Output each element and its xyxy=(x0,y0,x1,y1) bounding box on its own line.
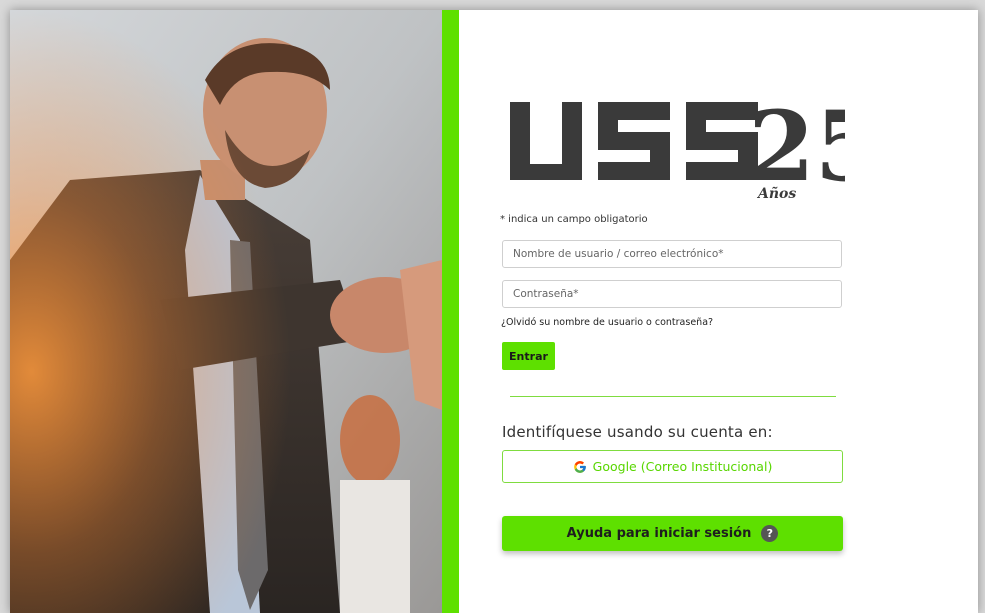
login-help-label: Ayuda para iniciar sesión xyxy=(566,526,752,541)
forgot-credentials-link[interactable]: ¿Olvidó su nombre de usuario o contraseñ… xyxy=(501,317,713,328)
section-divider xyxy=(510,396,836,397)
username-input[interactable] xyxy=(502,240,842,268)
google-login-label: Google (Correo Institucional) xyxy=(592,459,773,474)
question-mark-icon: ? xyxy=(761,525,779,542)
businessman-handshake-image xyxy=(10,10,442,613)
uss-25-anos-logo: 25 Años xyxy=(500,92,845,208)
logo-subtitle: Años xyxy=(756,185,796,202)
accent-divider-bar xyxy=(442,10,459,613)
login-help-button[interactable]: Ayuda para iniciar sesión ? xyxy=(502,516,843,551)
login-submit-button[interactable]: Entrar xyxy=(502,342,555,370)
required-field-note: * indica un campo obligatorio xyxy=(500,214,648,225)
hero-photo xyxy=(10,10,442,613)
password-input[interactable] xyxy=(502,280,842,308)
google-icon xyxy=(573,460,587,474)
federated-login-heading: Identifíquese usando su cuenta en: xyxy=(502,423,773,441)
google-login-button[interactable]: Google (Correo Institucional) xyxy=(502,450,843,483)
